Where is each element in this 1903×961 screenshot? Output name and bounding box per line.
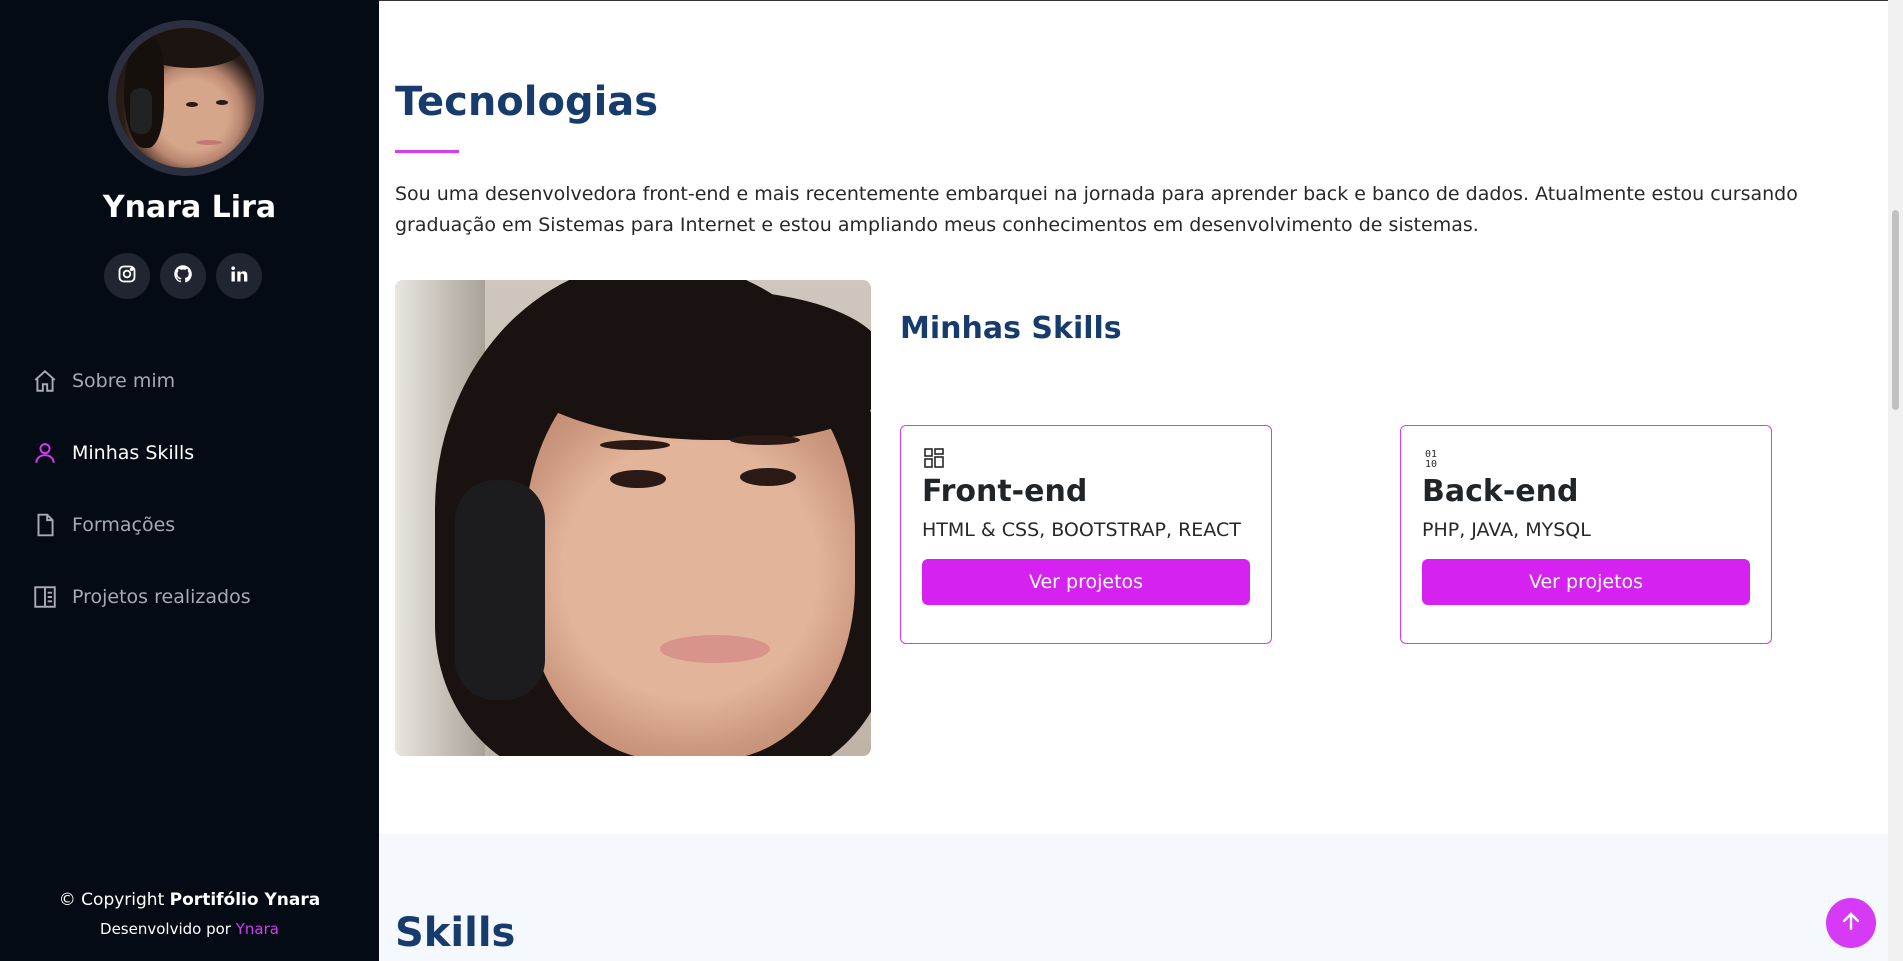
credits-prefix: Desenvolvido por [100, 920, 231, 938]
card-title: Back-end [1422, 474, 1579, 509]
profile-name: Ynara Lira [102, 190, 277, 225]
copyright: © Copyright Portifólio Ynara [0, 890, 379, 910]
main-content: Tecnologias Sou uma desenvolvedora front… [379, 0, 1903, 961]
instagram-icon [117, 264, 137, 288]
arrow-up-icon [1839, 909, 1863, 937]
section-title: Tecnologias [395, 79, 659, 125]
linkedin-icon [229, 264, 249, 288]
social-links [104, 253, 262, 299]
svg-text:10: 10 [1425, 459, 1437, 470]
sidebar-footer: © Copyright Portifólio Ynara Desenvolvid… [0, 890, 379, 938]
skills-section-title: Skills [395, 910, 516, 956]
copyright-brand: Portifólio Ynara [169, 890, 321, 910]
grid-icon [922, 446, 946, 470]
github-link[interactable] [160, 253, 206, 299]
skill-card-frontend: Front-end HTML & CSS, BOOTSTRAP, REACT V… [900, 425, 1272, 644]
github-icon [173, 264, 193, 288]
avatar [116, 28, 256, 168]
linkedin-link[interactable] [216, 253, 262, 299]
credits: Desenvolvido por Ynara [0, 920, 379, 938]
file-icon [32, 512, 58, 538]
skills-section: Skills [379, 834, 1903, 961]
sidebar-item-label: Formações [72, 514, 176, 536]
card-title: Front-end [922, 474, 1088, 509]
sidebar-item-label: Sobre mim [72, 370, 176, 392]
sidebar: Ynara Lira Sobre mim Minhas Skills Forma… [0, 0, 379, 961]
page-scrollbar[interactable] [1888, 0, 1903, 961]
profile-photo [395, 280, 871, 756]
ver-projetos-button[interactable]: Ver projetos [1422, 559, 1750, 605]
layout-icon [32, 584, 58, 610]
skills-heading: Minhas Skills [900, 311, 1122, 346]
credits-author-link[interactable]: Ynara [236, 920, 279, 938]
user-icon [32, 440, 58, 466]
sidebar-item-formacoes[interactable]: Formações [32, 489, 362, 561]
sidebar-item-sobre-mim[interactable]: Sobre mim [32, 345, 362, 417]
scrollbar-thumb[interactable] [1892, 210, 1899, 410]
sidebar-item-projetos-realizados[interactable]: Projetos realizados [32, 561, 362, 633]
sidebar-item-minhas-skills[interactable]: Minhas Skills [32, 417, 362, 489]
sidebar-item-label: Minhas Skills [72, 442, 195, 464]
home-icon [32, 368, 58, 394]
title-underline [395, 150, 459, 153]
ver-projetos-button[interactable]: Ver projetos [922, 559, 1250, 605]
profile-avatar [108, 20, 264, 176]
card-text: PHP, JAVA, MYSQL [1422, 519, 1591, 541]
instagram-link[interactable] [104, 253, 150, 299]
intro-paragraph: Sou uma desenvolvedora front-end e mais … [395, 183, 1798, 236]
copyright-prefix: © Copyright [58, 890, 165, 910]
sidebar-nav: Sobre mim Minhas Skills Formações Projet… [32, 345, 362, 633]
skill-card-backend: 01 10 Back-end PHP, JAVA, MYSQL Ver proje… [1400, 425, 1772, 644]
card-text: HTML & CSS, BOOTSTRAP, REACT [922, 519, 1241, 541]
sidebar-item-label: Projetos realizados [72, 586, 251, 608]
binary-icon: 01 10 [1422, 446, 1446, 470]
back-to-top-button[interactable] [1826, 898, 1876, 948]
